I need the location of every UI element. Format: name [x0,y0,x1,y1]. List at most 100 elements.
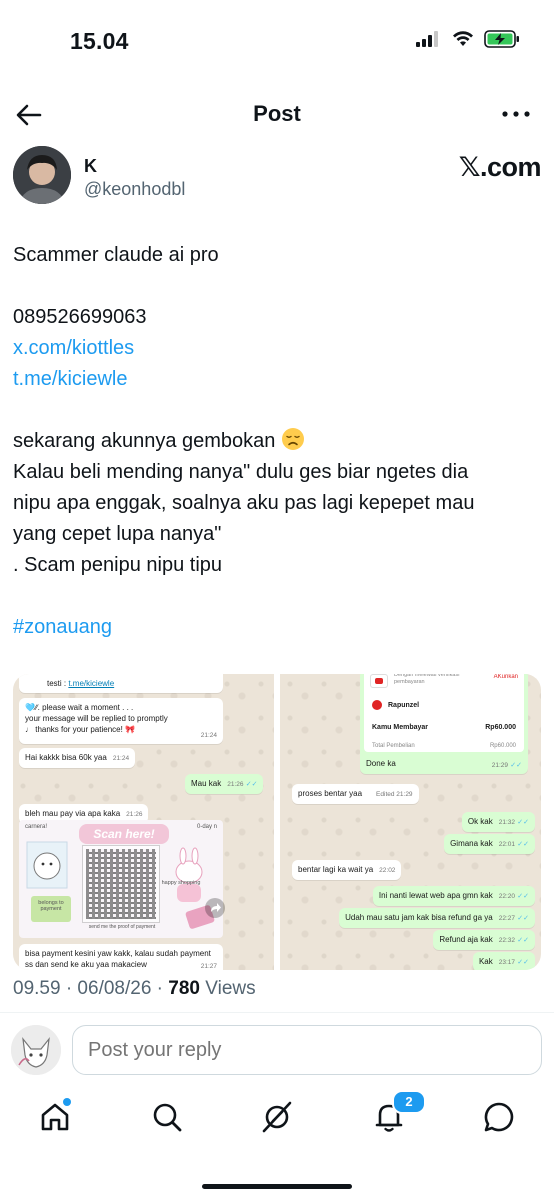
media-image-right[interactable]: Dengan melewati verifikasi pembayaran AK… [280,674,541,970]
qr-title: Scan here! [79,824,169,844]
grok-icon [262,1101,292,1133]
qr-corner-text: carnera! [25,824,48,830]
chat-text: Ok kak [467,817,493,826]
home-indicator [202,1184,352,1189]
post-line: Scammer claude ai pro [13,244,219,266]
chat-time: 22:01 [498,841,516,848]
link-telegram[interactable]: t.me/kiciewle [13,368,127,390]
post-datetime: 09.59 · 06/08/26 · [13,978,163,999]
chat-bubble-outgoing: Dengan melewati verifikasi pembayaran AK… [360,674,528,774]
forward-button[interactable] [205,898,225,918]
qr-label: happy shopping [161,880,201,886]
chat-time: 21:26 [227,781,244,788]
receipt-note: Dengan melewati verifikasi pembayaran [394,674,460,685]
chat-bubble-outgoing: Kak 23:17 ✓✓ [472,952,535,970]
chat-text: Ini nanti lewat web apa gmn kak [378,891,493,900]
receipt-label: Kamu Membayar [372,724,429,731]
post-line: sekarang akunnya gembokan [13,430,276,452]
read-ticks-icon: ✓✓ [245,781,258,788]
my-avatar [11,1025,61,1075]
chat-text: bisa payment kesini yaw kakk, kalau suda… [25,949,211,958]
avatar-image [13,146,71,204]
wifi-icon [453,31,473,46]
chat-text: ♩ thanks for your patience! 🎀 [25,725,136,734]
notifications-badge: 2 [392,1090,426,1114]
receipt-logo [370,674,388,688]
search-icon [153,1103,182,1132]
views-label: Views [205,978,256,999]
chat-time: 21:24 [112,755,130,762]
more-button[interactable] [500,102,532,126]
page-title: Post [253,101,301,126]
phone-number: 089526699063 [13,306,147,328]
author-name[interactable]: K [84,156,97,177]
author-handle[interactable]: @keonhodbl [84,179,185,200]
link-x-profile[interactable]: x.com/kiottles [13,337,134,359]
qr-corner-text: 0-day n [196,824,217,830]
nav-home[interactable] [38,1098,72,1134]
bunny-sticker-icon [175,847,215,929]
signal-icon [416,31,438,47]
nav-grok[interactable] [260,1100,294,1134]
chat-time: 22:02 [379,867,396,874]
post-media: testi : t.me/kiciewle 🩵∕∕. please wait a… [13,674,541,970]
nav-messages[interactable] [482,1100,516,1134]
nav-search[interactable] [150,1100,184,1134]
qr-payment-image[interactable]: carnera! 0-day n Scan here! belongs to p… [19,820,223,938]
qr-label: send me the proof of payment [88,924,156,930]
chat-text: Hai kakkk bisa 60k yaa [25,753,107,762]
post-meta: 09.59 · 06/08/26 · 780 Views [13,978,256,1012]
chat-text: Done ka [366,759,396,768]
read-ticks-icon: ✓✓ [517,893,529,900]
nav-notifications[interactable]: 2 [372,1090,426,1134]
post-line: nipu apa enggak, soalnya aku pas lagi ke… [13,492,475,514]
chat-time: 21:27 [200,963,217,970]
forward-icon [211,903,221,912]
chat-time: 21:32 [498,819,516,826]
chat-text: Refund aja kak [439,935,493,944]
chat-time: 21:29 [491,762,509,769]
receipt-amount: Rp60.000 [485,724,516,731]
payment-receipt: Dengan melewati verifikasi pembayaran AK… [364,674,524,752]
reply-input[interactable] [72,1025,542,1075]
chat-text: proses bentar yaa [298,789,363,798]
chat-text: Udah mau satu jam kak bisa refund ga ya [345,913,493,922]
chat-text: bentar lagi ka wait ya [298,865,374,874]
receipt-badge: AKunkan [493,674,518,680]
read-ticks-icon: ✓✓ [517,937,529,944]
chat-bubble-outgoing: Gimana kak 22:01 ✓✓ [444,834,535,854]
x-com-watermark: 𝕏.com [458,152,542,182]
home-unread-dot [63,1098,71,1106]
chat-text: ss dan send ke aku yaa makaciew [25,960,147,969]
chat-bubble-incoming: proses bentar yaa Edited 21:29 [292,784,419,804]
hashtag-link[interactable]: #zonauang [13,616,112,638]
chat-bubble-outgoing: Ini nanti lewat web apa gmn kak 22:20 ✓✓ [372,886,535,906]
receipt-merchant: Rapunzel [388,702,420,709]
media-image-left[interactable]: testi : t.me/kiciewle 🩵∕∕. please wait a… [13,674,274,970]
author-avatar[interactable] [13,146,71,204]
chat-text: Mau kak [191,779,222,788]
post-line: . Scam penipu nipu tipu [13,554,223,576]
status-time: 15.04 [70,28,129,54]
chat-bubble-incoming: bentar lagi ka wait ya 22:02 [292,860,402,880]
status-bar: 15.04 [0,0,554,80]
chat-link: t.me/kiciewle [68,679,115,688]
chat-text: 🩵∕∕. please wait a moment . . . [25,703,134,712]
bottom-nav: 2 [0,1086,554,1150]
qr-label: belongs to payment [38,900,64,912]
chat-bubble-outgoing: Refund aja kak 22:32 ✓✓ [433,930,535,950]
chat-time: 21:26 [126,811,143,818]
qr-code [82,845,160,923]
status-icons [416,30,520,48]
post-author: K @keonhodbl 𝕏.com [13,146,543,210]
merchant-icon [372,700,382,710]
chat-text: your message will be replied to promptly [25,714,168,723]
chat-bubble-outgoing: Udah mau satu jam kak bisa refund ga ya 2… [339,908,535,928]
chat-time: 22:27 [498,915,516,922]
receipt-total-amount: Rp60.000 [489,743,516,749]
chat-bubble-incoming: testi : t.me/kiciewle [19,674,223,693]
chat-bubble-outgoing: Mau kak 21:26 ✓✓ [185,774,264,794]
chat-bubble-incoming: Hai kakkk bisa 60k yaa 21:24 [19,748,136,768]
chat-text: Gimana kak [450,839,493,848]
chat-time: 22:32 [498,937,516,944]
